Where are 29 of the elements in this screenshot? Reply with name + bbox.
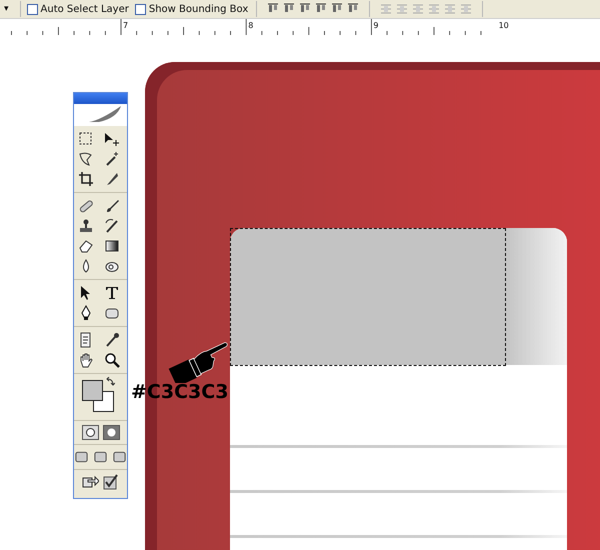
eyedropper-icon[interactable] [104,332,120,348]
marquee-icon[interactable] [78,131,94,147]
move-icon[interactable] [104,131,120,147]
lasso-icon[interactable] [78,151,94,167]
color-swatches[interactable] [82,380,114,412]
stamp-icon[interactable] [78,218,94,234]
type-icon[interactable] [104,285,120,301]
align-icon[interactable] [315,3,328,15]
zoom-icon[interactable] [104,352,120,368]
checkbox[interactable] [26,4,38,14]
ruler-label: 7 [123,21,128,30]
ruler-label: 8 [248,21,254,30]
hand-tool-icon[interactable] [78,352,94,368]
gradient-icon[interactable] [104,238,120,254]
checkmark-icon[interactable] [103,474,119,490]
align-icon[interactable] [299,3,312,15]
crop-icon[interactable] [78,171,94,187]
align-icon[interactable] [347,3,360,15]
note-icon[interactable] [78,332,94,348]
ruler-label: 10 [498,21,509,30]
align-icon[interactable] [267,3,280,15]
checkbox-label[interactable]: Show Bounding Box [148,4,248,14]
swap-arrow-icon[interactable] [106,377,115,386]
checkbox-label[interactable]: Auto Select Layer [40,4,129,14]
magic-wand-icon[interactable] [104,151,120,167]
align-icon[interactable] [331,3,344,15]
checkbox[interactable] [134,4,146,14]
ruler-label: 9 [373,21,378,30]
align-icon[interactable] [283,3,296,15]
